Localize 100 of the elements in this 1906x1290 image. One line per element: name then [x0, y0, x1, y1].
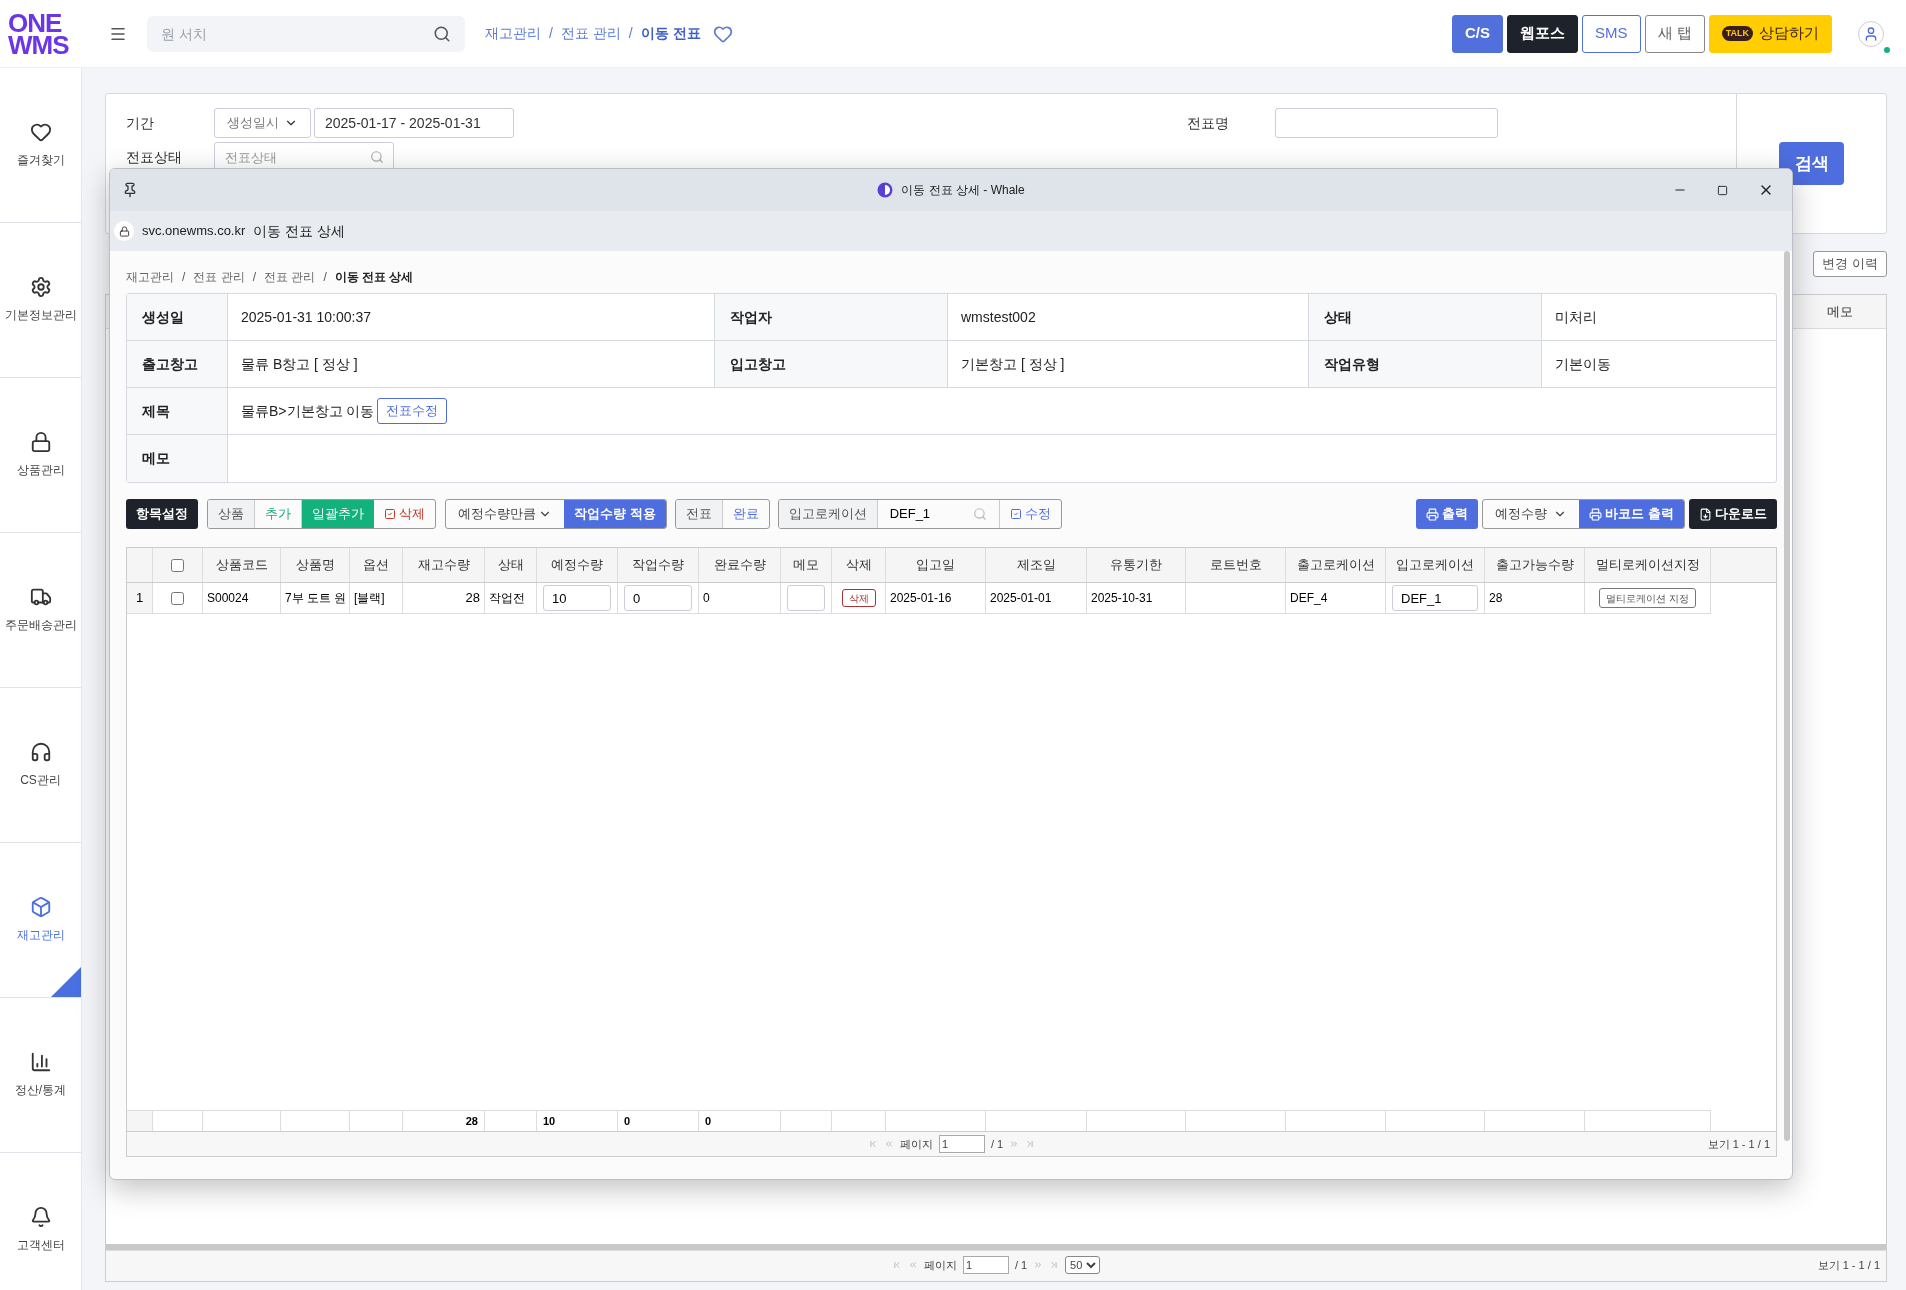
- column-header[interactable]: 제조일: [986, 548, 1087, 582]
- record-summary: 보기 1 - 1 / 1: [1707, 1136, 1770, 1152]
- column-header[interactable]: 입고로케이션: [1386, 548, 1485, 582]
- column-header[interactable]: 출고로케이션: [1286, 548, 1386, 582]
- date-range-field[interactable]: 2025-01-17 - 2025-01-31: [314, 108, 514, 138]
- delete-button[interactable]: 삭제: [374, 500, 435, 528]
- header-button[interactable]: C/S: [1451, 14, 1503, 53]
- page-label: 페이지: [899, 1136, 933, 1152]
- download-button[interactable]: 다운로드: [1689, 499, 1777, 529]
- column-header[interactable]: 상태: [485, 548, 537, 582]
- slip-name-field[interactable]: [1275, 108, 1498, 138]
- page-field[interactable]: 1: [938, 1135, 985, 1153]
- breadcrumb-separator: /: [323, 269, 327, 286]
- header-button[interactable]: 웹포스: [1507, 14, 1578, 53]
- previous-page-icon[interactable]: [907, 1260, 918, 1270]
- page-field[interactable]: 1: [962, 1256, 1009, 1274]
- info-value: 기본이동: [1555, 354, 1611, 374]
- filter-label: 전표상태: [126, 147, 183, 167]
- table-cell: 7부 도트 원: [281, 583, 350, 613]
- column-settings-button[interactable]: 항목설정: [126, 499, 198, 529]
- next-page-icon[interactable]: [1009, 1139, 1020, 1149]
- page-url: svc.onewms.co.kr: [142, 222, 246, 241]
- filter-label: 기간: [126, 113, 155, 133]
- search-button[interactable]: 검색: [1779, 142, 1844, 185]
- printer-icon: [1426, 507, 1440, 521]
- column-header[interactable]: 출고가능수량: [1485, 548, 1585, 582]
- sidebar-item[interactable]: 정산/통계: [0, 998, 81, 1153]
- history-button[interactable]: 변경 이력: [1813, 251, 1887, 277]
- column-header[interactable]: 재고수량: [403, 548, 485, 582]
- row-checkbox[interactable]: [171, 591, 184, 605]
- row-number: 1: [127, 583, 153, 613]
- breadcrumb-separator: /: [252, 269, 257, 286]
- sidebar-item[interactable]: 기본정보관리: [0, 223, 81, 378]
- column-header[interactable]: 로트번호: [1186, 548, 1286, 582]
- print-button[interactable]: 출력: [1416, 499, 1479, 529]
- pin-icon[interactable]: [122, 182, 138, 198]
- last-page-icon[interactable]: [1025, 1139, 1036, 1149]
- headset-icon: [29, 741, 52, 763]
- column-header[interactable]: 상품코드: [203, 548, 281, 582]
- edit-button[interactable]: 수정: [999, 500, 1061, 528]
- edit-slip-button[interactable]: 전표수정: [377, 398, 448, 424]
- column-header[interactable]: 옵션: [350, 548, 403, 582]
- first-page-icon[interactable]: [891, 1260, 902, 1270]
- sidebar-item[interactable]: CS관리: [0, 688, 81, 843]
- sidebar-item[interactable]: 즐겨찾기: [0, 68, 81, 223]
- header-button[interactable]: SMS: [1582, 14, 1641, 53]
- breadcrumb-link[interactable]: 전표 관리: [193, 268, 245, 286]
- truck-icon: [29, 586, 52, 608]
- first-page-icon[interactable]: [867, 1139, 878, 1149]
- header-button[interactable]: 새 탭: [1644, 14, 1705, 53]
- info-label: 작업자: [714, 294, 948, 340]
- breadcrumb-separator: /: [628, 24, 633, 43]
- breadcrumb-link[interactable]: 재고관리: [485, 23, 541, 44]
- browser-logo-icon: [877, 182, 894, 198]
- cell-input[interactable]: DEF_1: [1392, 585, 1478, 611]
- consult-button[interactable]: TALK 상담하기: [1708, 14, 1832, 53]
- info-label: 입고창고: [714, 341, 948, 387]
- breadcrumb-link[interactable]: 재고관리: [126, 268, 174, 286]
- info-value: 물류 B창고 [ 정상 ]: [241, 354, 358, 374]
- column-header[interactable]: 유통기한: [1087, 548, 1186, 582]
- info-label: 메모: [127, 435, 228, 482]
- table-cell: 2025-01-01: [986, 583, 1087, 613]
- column-header[interactable]: 멀티로케이션지정: [1585, 548, 1711, 582]
- last-page-icon[interactable]: [1049, 1260, 1060, 1270]
- delete-button[interactable]: 삭제: [841, 589, 876, 607]
- page-size-select[interactable]: 50: [1065, 1256, 1101, 1274]
- check-icon: [384, 508, 396, 520]
- table-cell: 2025-01-16: [886, 583, 986, 613]
- location-field[interactable]: DEF_1: [877, 500, 1000, 528]
- previous-page-icon[interactable]: [883, 1139, 894, 1149]
- info-label: 생성일: [127, 294, 228, 340]
- search-field[interactable]: 원 서치: [147, 15, 465, 52]
- complete-button[interactable]: 완료: [722, 500, 769, 528]
- next-page-icon[interactable]: [1033, 1260, 1044, 1270]
- cell-input[interactable]: [787, 585, 825, 611]
- cell-input[interactable]: 0: [624, 585, 692, 611]
- lock-icon: [114, 221, 134, 241]
- sidebar-item[interactable]: 상품관리: [0, 378, 81, 533]
- column-header[interactable]: 완료수량: [699, 548, 781, 582]
- multi-location-button[interactable]: 멀티로케이션 지정: [1599, 588, 1696, 608]
- record-summary: 보기 1 - 1 / 1: [1817, 1257, 1880, 1273]
- box-icon: [29, 896, 52, 918]
- column-header[interactable]: 입고일: [886, 548, 986, 582]
- cell-input[interactable]: 10: [543, 585, 611, 611]
- breadcrumb-link[interactable]: 전표 관리: [264, 268, 316, 286]
- breadcrumb-link[interactable]: 전표 관리: [560, 23, 621, 44]
- column-header[interactable]: 메모: [781, 548, 832, 582]
- date-type-select[interactable]: 생성일시: [214, 108, 311, 138]
- search-icon[interactable]: [433, 24, 451, 43]
- row-checkbox[interactable]: [171, 558, 184, 572]
- sidebar-item[interactable]: 주문배송관리: [0, 533, 81, 688]
- bell-icon: [29, 1206, 52, 1228]
- column-header[interactable]: 작업수량: [618, 548, 699, 582]
- info-label: 제목: [127, 388, 228, 434]
- sidebar-item[interactable]: 고객센터: [0, 1153, 81, 1290]
- column-header[interactable]: 상품명: [281, 548, 350, 582]
- column-header[interactable]: 예정수량: [537, 548, 618, 582]
- maximize-icon[interactable]: [1717, 184, 1728, 196]
- favorite-heart-icon[interactable]: [712, 23, 733, 44]
- column-header[interactable]: 삭제: [832, 548, 886, 582]
